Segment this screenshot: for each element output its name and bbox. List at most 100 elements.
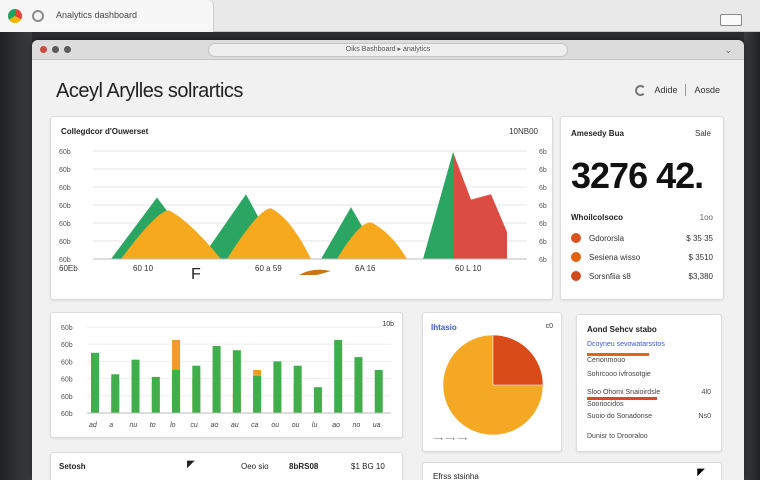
bar (232, 350, 241, 413)
maximize-window-button[interactable] (64, 46, 71, 53)
kpi-row-value: $ 35 35 (686, 233, 713, 243)
kpi-card: Amesedy Bua Sale 3276 42. Whoilcolsoco 1… (560, 116, 724, 300)
table-col-4[interactable]: $1 BG 10 (351, 462, 385, 471)
status-dot-icon (571, 233, 581, 243)
pie-slice (492, 334, 544, 386)
x-tick-label: nu (130, 422, 138, 429)
bottom-right-title: Efrss stsinha (433, 472, 479, 480)
y-tick-label: 60b (59, 167, 71, 174)
details-line: Cerionmouo (587, 357, 626, 364)
refresh-icon[interactable] (635, 84, 647, 96)
table-col-2[interactable]: Oeo sio (241, 462, 269, 471)
details-line: Dcoyneu sevowatarsstos (587, 341, 665, 348)
kpi-row-label: Sesiena wisso (589, 252, 641, 262)
y-tick-label: 60b (59, 257, 71, 264)
y-tick-label: 6b (539, 167, 547, 174)
details-bar (587, 397, 657, 400)
x-tick-label: ou (271, 422, 279, 429)
x-tick-label: 60 10 (133, 264, 154, 273)
chart-arrow-icon (299, 269, 331, 275)
bar (151, 376, 160, 413)
y-tick-label: 60b (59, 149, 71, 156)
table-col-1[interactable]: Setosh (59, 462, 86, 471)
y-tick-label: 60b (61, 411, 73, 418)
app-window: Oiks Bashboard ▸ analytics ⌄ Aceyl Aryll… (32, 40, 744, 480)
y-tick-label: 6b (539, 185, 547, 192)
window-restore-button[interactable] (720, 14, 742, 26)
bar (91, 352, 99, 413)
header-divider (685, 84, 687, 96)
x-tick-label: 60Eb (59, 264, 78, 273)
y-tick-label: 60b (59, 203, 71, 210)
bar (374, 370, 383, 413)
y-tick-label: 60b (61, 342, 73, 349)
sort-arrow-icon[interactable]: ◤ (697, 467, 705, 478)
y-tick-label: 60b (59, 221, 71, 228)
x-tick-label: lu (312, 422, 318, 429)
x-tick-label: ao (211, 422, 219, 429)
x-tick-label: ao (332, 422, 340, 429)
reload-icon[interactable] (32, 10, 44, 22)
bar-chart-card: 60b 60b 60b 60b 60b 60b ad a nu to lo cu ao au ca ou ou… (50, 312, 403, 438)
minimize-window-button[interactable] (52, 46, 59, 53)
kpi-row-label: Gdororsla (589, 233, 625, 243)
kpi-row-label: Sorsnfiia s8 (589, 271, 631, 281)
x-tick-label: cu (190, 422, 198, 429)
details-title: Aond Sehcv stabo (587, 325, 657, 334)
menu-icon[interactable]: ⌄ (724, 45, 732, 56)
area-series-red (453, 152, 507, 259)
kpi-row-value: $3,380 (688, 271, 713, 281)
y-tick-label: 6b (539, 239, 547, 246)
pie-chart (442, 334, 544, 436)
kpi-row-value: $ 3510 (688, 252, 713, 262)
y-tick-label: 60b (59, 239, 71, 246)
details-line: Suoio do Sonadonse (587, 413, 652, 420)
header-link-1[interactable]: Adide (654, 85, 677, 95)
header-link-2[interactable]: Aosde (694, 85, 720, 95)
bar (111, 374, 120, 413)
close-window-button[interactable] (40, 46, 47, 53)
browser-logo-icon (8, 9, 22, 23)
y-tick-label: 60b (61, 359, 73, 366)
desktop-edge-left (0, 32, 32, 480)
details-line: Sooriocidos (587, 401, 624, 408)
kpi-title: Amesedy Bua (571, 129, 624, 138)
chart-marker-letter: F (191, 266, 201, 283)
y-tick-label: 60b (61, 377, 73, 384)
sort-arrow-icon[interactable]: ◤ (187, 459, 195, 470)
details-card: Aond Sehcv stabo Dcoyneu sevowatarsstos … (576, 314, 722, 452)
bar (354, 357, 363, 413)
x-tick-label: ca (251, 422, 259, 429)
bar (313, 387, 322, 413)
kpi-title-right: Sale (694, 129, 711, 138)
bar (131, 359, 140, 413)
status-dot-icon (571, 252, 581, 262)
details-line: Sohrcooo ivfrosotgie (587, 371, 651, 378)
details-value: 4l0 (701, 389, 711, 396)
x-tick-label: 60 a 59 (255, 264, 282, 273)
x-tick-label: ou (292, 422, 300, 429)
bottom-right-card: Efrss stsinha ◤ (422, 462, 722, 480)
table-header: Setosh ◤ Oeo sio 8bRS08 $1 BG 10 (51, 453, 402, 479)
y-tick-label: 6b (539, 257, 547, 264)
y-tick-label: 6b (539, 221, 547, 228)
y-tick-label: 60b (59, 185, 71, 192)
kpi-subtitle-right: 1oo (699, 213, 713, 222)
table-col-3[interactable]: 8bRS08 (289, 462, 318, 471)
bar (172, 370, 181, 413)
area-chart: 60b 6b 60b 6b 60b 6b 60b 6b 60b 6b 60b 6b 60b 6b 60Eb… (59, 149, 547, 283)
bar (293, 365, 302, 413)
header-actions: Adide Aosde (635, 84, 720, 96)
x-tick-label: to (150, 422, 156, 429)
browser-tab[interactable]: Analytics dashboard (0, 0, 214, 32)
x-tick-label: ad (89, 422, 98, 429)
y-tick-label: 60b (61, 394, 73, 401)
address-bar[interactable]: Oiks Bashboard ▸ analytics (208, 43, 568, 57)
details-value: Ns0 (698, 413, 711, 420)
status-dot-icon (571, 271, 581, 281)
y-tick-label: 6b (539, 149, 547, 156)
bar (273, 361, 282, 413)
x-tick-label: no (352, 422, 360, 429)
details-line: Dunisr to Drooraloo (587, 433, 648, 440)
bar-chart: 60b 60b 60b 60b 60b 60b ad a nu to lo cu ao au ca ou ou… (61, 325, 391, 429)
